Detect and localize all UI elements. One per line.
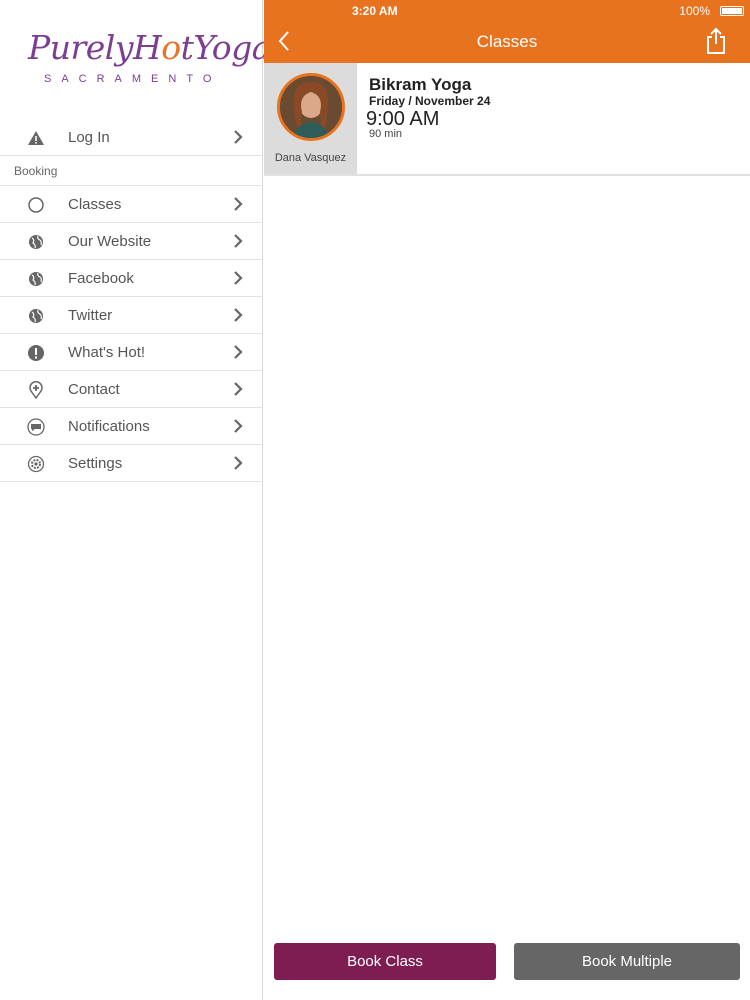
sidebar-item-twitter[interactable]: Twitter	[0, 297, 263, 334]
sidebar-item-label: Twitter	[68, 307, 113, 324]
class-duration: 90 min	[369, 128, 403, 140]
class-name: Bikram Yoga	[369, 75, 472, 94]
avatar	[277, 73, 345, 141]
warning-icon	[27, 129, 45, 147]
chevron-right-icon	[233, 455, 243, 471]
sidebar-item-label: What's Hot!	[68, 344, 146, 361]
book-multiple-button[interactable]: Book Multiple	[514, 943, 740, 980]
sidebar-item-whats-hot[interactable]: What's Hot!	[0, 334, 263, 371]
main-panel: 3:20 AM 100% Classes Dana Vasquez Bikram	[264, 0, 750, 1000]
chevron-right-icon	[233, 233, 243, 249]
logo-subtitle: SACRAMENTO	[44, 73, 222, 85]
sidebar-item-label: Log In	[68, 129, 110, 146]
battery-icon	[720, 6, 744, 16]
sidebar-item-label: Our Website	[68, 233, 152, 250]
globe-icon	[27, 233, 45, 251]
sidebar-item-label: Contact	[68, 381, 120, 398]
circle-icon	[27, 196, 45, 214]
book-class-button[interactable]: Book Class	[274, 943, 496, 980]
globe-icon	[27, 270, 45, 288]
page-title: Classes	[476, 32, 538, 51]
status-time: 3:20 AM	[352, 4, 398, 18]
sidebar-item-label: Classes	[68, 196, 122, 213]
status-bar: 3:20 AM 100%	[264, 3, 750, 19]
battery-percent: 100%	[679, 4, 710, 18]
sidebar-item-classes[interactable]: Classes	[0, 186, 263, 223]
chevron-right-icon	[233, 129, 243, 145]
section-header-booking: Booking	[0, 156, 263, 186]
chevron-right-icon	[233, 196, 243, 212]
logo: PurelyHotYoga SACRAMENTO	[0, 28, 271, 98]
exclamation-icon	[27, 344, 45, 362]
gear-icon	[27, 455, 45, 473]
chevron-right-icon	[233, 418, 243, 434]
sidebar-item-notifications[interactable]: Notifications	[0, 408, 263, 445]
logo-wordmark: PurelyHotYoga	[28, 28, 271, 67]
chevron-right-icon	[233, 381, 243, 397]
class-date: Friday / November 24	[369, 94, 491, 108]
chevron-right-icon	[233, 270, 243, 286]
navbar: 3:20 AM 100% Classes	[264, 0, 750, 63]
sidebar-item-settings[interactable]: Settings	[0, 445, 263, 482]
sidebar-item-our-website[interactable]: Our Website	[0, 223, 263, 260]
teacher-panel: Dana Vasquez	[264, 63, 357, 174]
chevron-right-icon	[233, 307, 243, 323]
sidebar-item-label: Notifications	[68, 418, 150, 435]
share-icon	[707, 27, 725, 54]
class-list-item[interactable]: Dana Vasquez Bikram Yoga Friday / Novemb…	[264, 63, 750, 176]
chevron-right-icon	[233, 344, 243, 360]
chat-bubble-icon	[27, 418, 45, 436]
sidebar-item-facebook[interactable]: Facebook	[0, 260, 263, 297]
map-pin-icon	[27, 381, 45, 399]
share-button[interactable]	[706, 27, 726, 55]
sidebar-item-label: Settings	[68, 455, 123, 472]
sidebar-menu: Log In Booking Classes Our Website Faceb…	[0, 119, 263, 482]
sidebar: PurelyHotYoga SACRAMENTO Log In Booking …	[0, 0, 271, 1000]
globe-icon	[27, 307, 45, 325]
sidebar-item-login[interactable]: Log In	[0, 119, 263, 156]
sidebar-item-label: Facebook	[68, 270, 134, 287]
teacher-name: Dana Vasquez	[274, 152, 347, 164]
sidebar-item-contact[interactable]: Contact	[0, 371, 263, 408]
